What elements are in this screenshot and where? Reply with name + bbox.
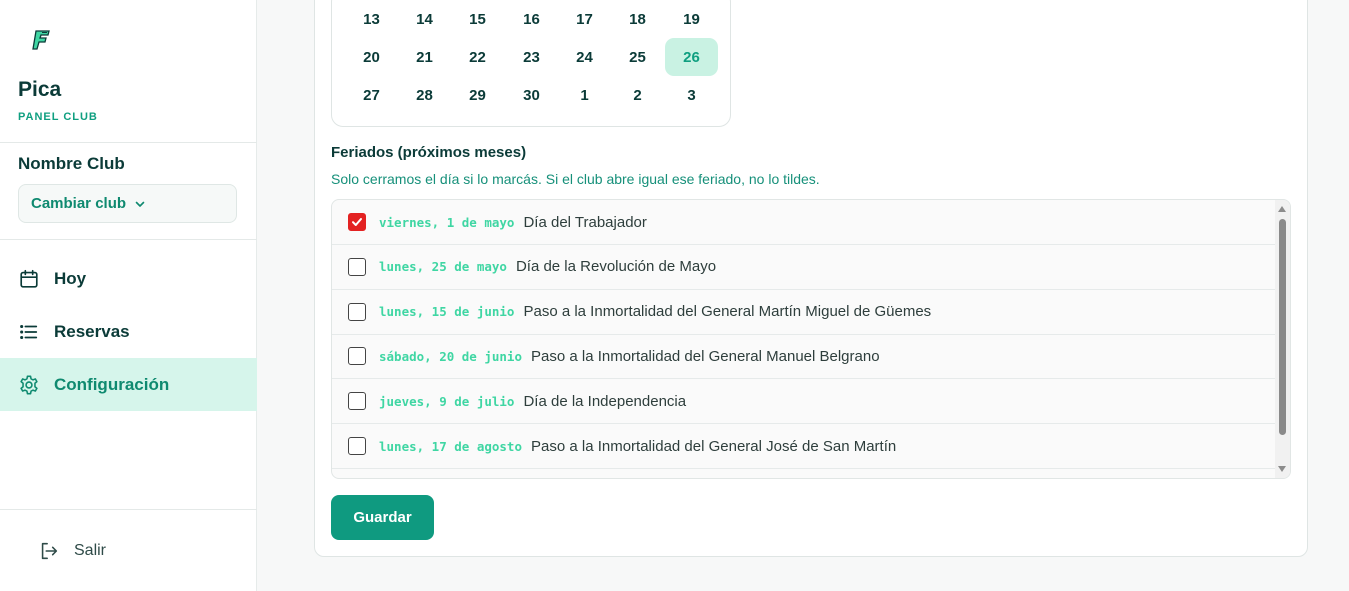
holiday-checkbox[interactable]: [348, 347, 366, 366]
holiday-date: jueves, 9 de julio: [379, 393, 515, 409]
divider: [0, 239, 257, 240]
holiday-row: lunes, 25 de mayo Día de la Revolución de…: [332, 245, 1276, 290]
holiday-row: lunes, 17 de agosto Paso a la Inmortalida…: [332, 424, 1276, 469]
calendar-day[interactable]: 15: [451, 0, 504, 38]
change-club-button[interactable]: Cambiar club: [18, 184, 237, 223]
sidebar: Pica PANEL CLUB Nombre Club Cambiar club…: [0, 0, 257, 591]
nav-item-reservas[interactable]: Reservas: [0, 305, 257, 358]
calendar-day[interactable]: 23: [505, 38, 558, 76]
logout-label: Salir: [74, 542, 107, 559]
holiday-checkbox[interactable]: [348, 213, 366, 231]
logout-button[interactable]: Salir: [38, 540, 106, 562]
calendar-day[interactable]: 16: [505, 0, 558, 38]
calendar-day[interactable]: 21: [398, 38, 451, 76]
calendar-day[interactable]: 14: [398, 0, 451, 38]
scrollbar-thumb[interactable]: [1279, 219, 1286, 435]
divider: [0, 142, 257, 143]
calendar-day[interactable]: 1: [558, 76, 611, 114]
calendar-day[interactable]: 3: [665, 76, 718, 114]
calendar-day[interactable]: 19: [665, 0, 718, 38]
calendar-day[interactable]: 22: [451, 38, 504, 76]
nav-item-hoy[interactable]: Hoy: [0, 252, 257, 305]
calendar-day[interactable]: 13: [345, 0, 398, 38]
nav-item-configuracion[interactable]: Configuración: [0, 358, 257, 411]
calendar-day[interactable]: 30: [505, 76, 558, 114]
scroll-down-arrow-icon[interactable]: [1278, 466, 1286, 472]
nav-label: Configuración: [54, 374, 170, 394]
holiday-checkbox[interactable]: [348, 392, 366, 411]
scrollbar[interactable]: [1275, 200, 1290, 478]
calendar-icon: [20, 269, 38, 288]
holiday-checkbox[interactable]: [348, 257, 366, 276]
app-name: Pica: [18, 78, 62, 101]
calendar-day[interactable]: 27: [345, 76, 398, 114]
calendar-day[interactable]: 29: [451, 76, 504, 114]
club-name: Nombre Club: [18, 154, 125, 173]
calendar-day[interactable]: 26: [665, 38, 718, 76]
calendar-day[interactable]: 20: [345, 38, 398, 76]
holiday-row: jueves, 9 de julio Día de la Independenci…: [332, 379, 1276, 425]
holiday-name: Día del Trabajador: [523, 213, 647, 231]
holiday-date: lunes, 17 de agosto: [379, 438, 522, 454]
calendar-day[interactable]: 18: [611, 0, 664, 38]
holiday-checkbox[interactable]: [348, 437, 366, 455]
scroll-up-arrow-icon[interactable]: [1278, 206, 1286, 212]
calendar-day[interactable]: 28: [398, 76, 451, 114]
holidays-title: Feriados (próximos meses): [331, 144, 527, 161]
change-club-label: Cambiar club: [31, 195, 127, 212]
holiday-date: sábado, 20 de junio: [379, 348, 522, 364]
list-icon: [20, 324, 38, 339]
holiday-name: Paso a la Inmortalidad del General José …: [531, 437, 897, 455]
nav-label: Reservas: [54, 321, 130, 341]
holiday-name: Día de la Revolución de Mayo: [515, 258, 717, 276]
save-button[interactable]: Guardar: [331, 495, 434, 540]
calendar-day[interactable]: 25: [611, 38, 664, 76]
calendar: 13 14 15 16 17 18 19 20 21 22 23 24 25 26 27 28 29 30 1 2 3: [331, 0, 731, 127]
calendar-day[interactable]: 24: [558, 38, 611, 76]
holiday-name: Paso a la Inmortalidad del General Manue…: [531, 347, 880, 365]
app-logo-icon: [32, 30, 50, 50]
nav-label: Hoy: [54, 268, 87, 288]
holiday-name: Día de la Independencia: [523, 392, 687, 410]
holiday-date: lunes, 25 de mayo: [379, 259, 507, 275]
check-icon: [352, 218, 362, 226]
holiday-name: Paso a la Inmortalidad del General Martí…: [523, 303, 932, 321]
app-subtitle: PANEL CLUB: [18, 111, 98, 123]
holiday-row: sábado, 20 de junio Paso a la Inmortalida…: [332, 334, 1276, 380]
divider: [0, 509, 257, 510]
holiday-checkbox[interactable]: [348, 302, 366, 321]
holidays-help-text: Solo cerramos el día si lo marcás. Si el…: [331, 171, 820, 187]
holiday-row: viernes, 1 de mayo Día del Trabajador: [332, 200, 1276, 245]
gear-icon: [20, 375, 38, 394]
holiday-date: viernes, 1 de mayo: [379, 214, 515, 230]
chevron-down-icon: [135, 201, 145, 207]
logout-icon: [41, 542, 58, 560]
holiday-date: lunes, 15 de junio: [379, 304, 515, 320]
calendar-day[interactable]: 2: [611, 76, 664, 114]
calendar-day[interactable]: 17: [558, 0, 611, 38]
holidays-list[interactable]: viernes, 1 de mayo Día del Trabajador lune…: [331, 199, 1291, 479]
holiday-row: lunes, 15 de junio Paso a la Inmortalidad…: [332, 290, 1276, 335]
